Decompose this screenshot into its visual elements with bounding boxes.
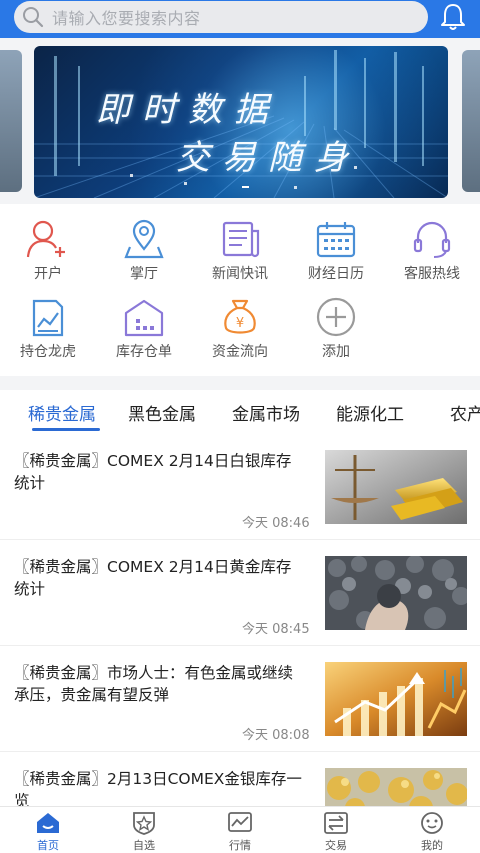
banner-line-1: 即时数据 [96, 90, 280, 130]
quick-item-add[interactable]: 添加 [288, 282, 384, 362]
newspaper-icon [218, 218, 262, 260]
quick-item-hotline[interactable]: 客服热线 [384, 204, 480, 284]
nav-label: 行情 [229, 839, 251, 852]
news-thumbnail [325, 556, 467, 630]
bottom-navigation: 首页 自选 行情 交易 我的 [0, 806, 480, 853]
quick-item-label: 新闻快讯 [212, 266, 268, 282]
active-tab-indicator [32, 428, 100, 431]
quick-item-positions[interactable]: 持仓龙虎 [0, 282, 96, 362]
tab-precious-metals[interactable]: 稀贵金属 [28, 400, 96, 425]
quick-item-label: 掌厅 [130, 266, 158, 282]
quick-item-label: 资金流向 [212, 344, 268, 360]
nav-trade[interactable]: 交易 [288, 807, 384, 853]
search-placeholder: 请输入您要搜索内容 [52, 9, 201, 28]
banner-carousel[interactable]: 即时数据 交易随身 [0, 38, 480, 204]
chart-document-icon [26, 296, 70, 338]
news-title: 〖稀贵金属〗COMEX 2月14日白银库存统计 [14, 452, 292, 492]
news-title: 〖稀贵金属〗COMEX 2月14日黄金库存统计 [14, 558, 292, 598]
nav-label: 首页 [37, 839, 59, 852]
quick-item-open-account[interactable]: 开户 [0, 204, 96, 284]
nav-home[interactable]: 首页 [0, 807, 96, 853]
svg-text:¥: ¥ [236, 316, 244, 331]
news-title: 〖稀贵金属〗2月13日COMEX金银库存一览 [14, 770, 302, 806]
tab-energy-chemical[interactable]: 能源化工 [336, 400, 404, 425]
app-page: 请输入您要搜索内容 即时数据 交易随身 开户 掌厅 新闻快讯 财经日历 客服热线… [0, 0, 480, 853]
market-chart-icon [226, 810, 254, 836]
calendar-icon [314, 218, 358, 260]
nav-label: 我的 [421, 839, 443, 852]
quick-item-news[interactable]: 新闻快讯 [192, 204, 288, 284]
news-title: 〖稀贵金属〗市场人士：有色金属或继续承压，贵金属有望反弹 [14, 664, 294, 704]
headset-icon [410, 218, 454, 260]
quick-item-label: 客服热线 [404, 266, 460, 282]
banner-slide[interactable]: 即时数据 交易随身 [34, 46, 448, 198]
star-shield-icon [130, 810, 158, 836]
news-thumbnail [325, 768, 467, 806]
user-add-icon [26, 218, 70, 260]
top-header: 请输入您要搜索内容 [0, 0, 480, 38]
quick-item-label: 开户 [34, 266, 62, 282]
quick-item-fund-flow[interactable]: ¥ 资金流向 [192, 282, 288, 362]
tab-ferrous-metals[interactable]: 黑色金属 [128, 400, 196, 425]
news-item[interactable]: 〖稀贵金属〗COMEX 2月14日黄金库存统计 今天 08:45 [0, 540, 480, 646]
quick-item-label: 库存仓单 [116, 344, 172, 360]
profile-face-icon [418, 810, 446, 836]
news-thumbnail [325, 662, 467, 736]
tab-agriculture[interactable]: 农产 [450, 400, 480, 425]
quick-item-warehouse[interactable]: 库存仓单 [96, 282, 192, 362]
nav-market[interactable]: 行情 [192, 807, 288, 853]
banner-next-peek [462, 50, 480, 192]
nav-watchlist[interactable]: 自选 [96, 807, 192, 853]
search-bar[interactable]: 请输入您要搜索内容 [14, 1, 428, 33]
tab-metal-market[interactable]: 金属市场 [232, 400, 300, 425]
news-thumbnail [325, 450, 467, 524]
news-item[interactable]: 〖稀贵金属〗COMEX 2月14日白银库存统计 今天 08:46 [0, 434, 480, 540]
news-item[interactable]: 〖稀贵金属〗市场人士：有色金属或继续承压，贵金属有望反弹 今天 08:08 [0, 646, 480, 752]
warehouse-icon [122, 296, 166, 338]
bell-icon[interactable] [436, 1, 470, 33]
news-time: 今天 08:45 [242, 622, 310, 637]
quick-item-label: 财经日历 [308, 266, 364, 282]
nav-label: 自选 [133, 839, 155, 852]
home-icon [34, 810, 62, 836]
quick-item-label: 持仓龙虎 [20, 344, 76, 360]
news-feed: 〖稀贵金属〗COMEX 2月14日白银库存统计 今天 08:46 〖稀贵金属〗C… [0, 434, 480, 806]
banner-line-2: 交易随身 [176, 138, 360, 178]
quick-menu: 开户 掌厅 新闻快讯 财经日历 客服热线 持仓龙虎 库存仓单 ¥ 资金流向 添加 [0, 204, 480, 376]
trade-exchange-icon [322, 810, 350, 836]
quick-item-hall[interactable]: 掌厅 [96, 204, 192, 284]
quick-item-calendar[interactable]: 财经日历 [288, 204, 384, 284]
category-tabs: 稀贵金属 黑色金属 金属市场 能源化工 农产 [0, 390, 480, 434]
news-time: 今天 08:46 [242, 516, 310, 531]
news-time: 今天 08:08 [242, 728, 310, 743]
nav-label: 交易 [325, 839, 347, 852]
money-bag-icon: ¥ [218, 296, 262, 338]
news-item[interactable]: 〖稀贵金属〗2月13日COMEX金银库存一览 [0, 752, 480, 806]
plus-circle-icon [314, 296, 358, 338]
carousel-indicator [242, 186, 249, 188]
nav-profile[interactable]: 我的 [384, 807, 480, 853]
search-icon [14, 1, 52, 33]
location-pin-icon [122, 218, 166, 260]
quick-item-label: 添加 [322, 344, 350, 360]
banner-prev-peek [0, 50, 22, 192]
